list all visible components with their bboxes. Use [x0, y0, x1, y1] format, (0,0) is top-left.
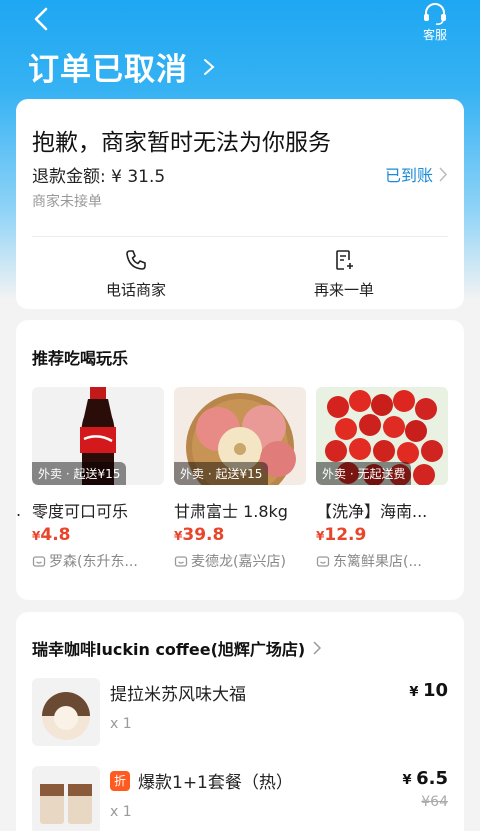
delivery-tag: 外卖 · 起送¥15 [32, 462, 127, 485]
coffee-cups-image [40, 784, 92, 824]
product-name: 零度可口可乐 [32, 502, 129, 521]
recommendations-title: 推荐吃喝玩乐 [32, 349, 129, 368]
item-quantity: x 1 [110, 716, 132, 732]
item-name: 折 爆款1+1套餐（热） [110, 768, 293, 793]
tiramisu-daifuku-image [42, 692, 90, 740]
product-shop: 罗森(东升东... [32, 551, 164, 571]
item-price-value: 6.5 [416, 768, 448, 789]
status-headline: 抱歉，商家暂时无法为你服务 [32, 130, 331, 156]
chevron-left-icon [34, 7, 48, 31]
product-price-value: 12.9 [324, 525, 367, 545]
phone-icon [126, 250, 146, 270]
item-thumbnail [32, 766, 100, 831]
order-status-title[interactable]: 订单已取消 [28, 44, 216, 89]
cancel-reason: 商家未接单 [32, 194, 102, 210]
product-price-value: 4.8 [40, 525, 71, 545]
divider [32, 236, 448, 237]
item-price-value: 10 [422, 680, 448, 701]
refund-status: 已到账 [384, 166, 433, 185]
product-name: 甘肃富士 1.8kg [174, 502, 288, 521]
discount-badge: 折 [110, 770, 130, 791]
product-name: 【洗净】海南... [316, 502, 428, 521]
store-icon [316, 556, 330, 567]
delivery-tag: 外卖 · 无起送费 [316, 462, 412, 485]
recommendations-card: 推荐吃喝玩乐 . 外卖 · 起送¥15 零度可口可乐 ¥4.8 罗森(东升东..… [16, 320, 464, 600]
refund-amount: 退款金额: ¥ 31.5 [32, 167, 166, 187]
product-price: ¥12.9 [316, 525, 367, 545]
order-items-card: 瑞幸咖啡luckin coffee(旭辉广场店) 提拉米苏风味大福 x 1 ¥ … [16, 612, 464, 831]
delivery-tag: 外卖 · 起送¥15 [174, 462, 269, 485]
reorder-label: 再来一单 [313, 281, 374, 299]
page-title: 订单已取消 [28, 52, 188, 88]
chevron-right-icon [439, 166, 448, 182]
store-name: 瑞幸咖啡luckin coffee(旭辉广场店) [32, 640, 306, 659]
customer-service-button[interactable]: 客服 [418, 2, 452, 43]
item-price: ¥ 10 [409, 680, 448, 701]
order-item[interactable]: 折 爆款1+1套餐（热） x 1 ¥ 6.5 ¥64 [32, 766, 448, 831]
item-price: ¥ 6.5 [402, 768, 448, 789]
order-status-card: 抱歉，商家暂时无法为你服务 退款金额: ¥ 31.5 已到账 商家未接单 电话商… [16, 99, 464, 309]
product-price: ¥39.8 [174, 525, 225, 545]
reorder-button[interactable]: 再来一单 [274, 249, 414, 300]
item-name-text: 提拉米苏风味大福 [110, 685, 246, 705]
store-icon [32, 556, 46, 567]
product-price: ¥4.8 [32, 525, 71, 545]
chevron-right-icon [204, 58, 215, 75]
item-quantity: x 1 [110, 804, 132, 820]
call-merchant-button[interactable]: 电话商家 [66, 249, 206, 300]
customer-service-label: 客服 [422, 28, 447, 42]
shop-name: 东篱鲜果店(... [333, 554, 422, 570]
shop-name: 麦德龙(嘉兴店) [191, 554, 286, 570]
item-name-text: 爆款1+1套餐（热） [138, 773, 293, 793]
store-link[interactable]: 瑞幸咖啡luckin coffee(旭辉广场店) [32, 636, 322, 660]
reorder-icon [336, 250, 353, 270]
back-button[interactable] [30, 6, 56, 32]
item-thumbnail [32, 678, 100, 746]
product-price-value: 39.8 [182, 525, 225, 545]
product-card[interactable]: 外卖 · 起送¥15 零度可口可乐 ¥4.8 罗森(东升东... [32, 387, 164, 571]
headset-icon [424, 3, 446, 25]
order-item[interactable]: 提拉米苏风味大福 x 1 ¥ 10 [32, 678, 448, 748]
chevron-right-icon [313, 641, 322, 655]
call-merchant-label: 电话商家 [105, 281, 166, 299]
product-shop: 东篱鲜果店(... [316, 551, 448, 571]
product-image-apple: 外卖 · 起送¥15 [174, 387, 306, 485]
item-name: 提拉米苏风味大福 [110, 680, 246, 705]
product-card[interactable]: 外卖 · 起送¥15 甘肃富士 1.8kg ¥39.8 麦德龙(嘉兴店) [174, 387, 306, 571]
store-icon [174, 556, 188, 567]
item-original-price: ¥64 [421, 794, 448, 810]
product-card[interactable]: 外卖 · 无起送费 【洗净】海南... ¥12.9 东篱鲜果店(... [316, 387, 448, 571]
refund-status-link[interactable]: 已到账 [385, 162, 448, 186]
product-shop: 麦德龙(嘉兴店) [174, 551, 306, 571]
product-image-tomato: 外卖 · 无起送费 [316, 387, 448, 485]
shop-name: 罗森(东升东... [49, 554, 138, 570]
product-image-coke: 外卖 · 起送¥15 [32, 387, 164, 485]
partial-item-edge: . [16, 501, 22, 520]
